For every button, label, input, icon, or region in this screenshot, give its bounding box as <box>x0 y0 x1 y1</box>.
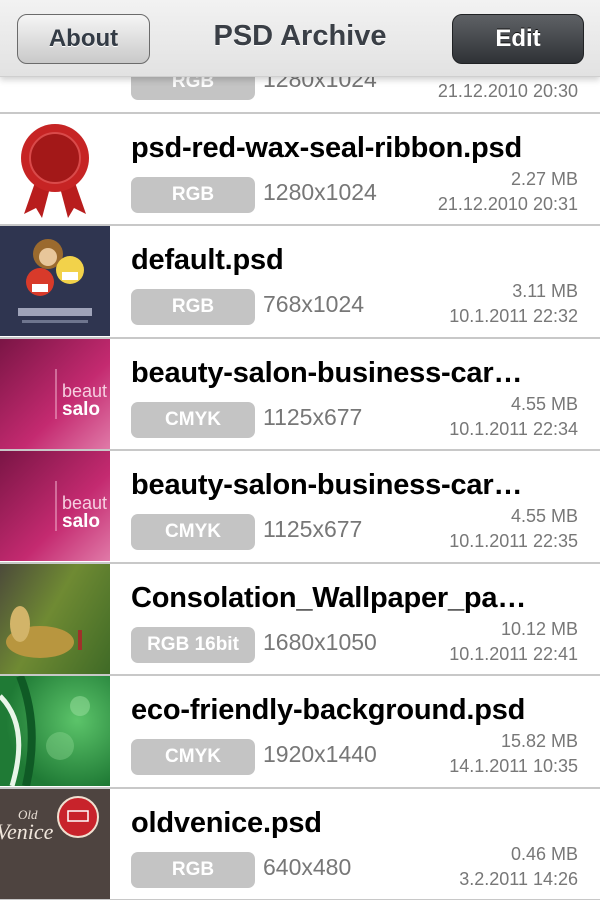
file-name: oldvenice.psd <box>131 806 322 839</box>
navigation-bar: About PSD Archive Edit <box>0 0 600 77</box>
svg-text:salo: salo <box>62 511 100 532</box>
svg-text:beaut: beaut <box>62 381 107 401</box>
file-date: 3.2.2011 14:26 <box>459 868 578 889</box>
emoji-keyboard-thumbnail <box>0 226 110 336</box>
green-background-thumbnail <box>0 676 110 786</box>
old-venice-thumbnail: Old Venice <box>0 788 110 899</box>
file-dimensions: 1920x1440 <box>263 741 377 767</box>
color-mode-badge: CMYK <box>131 514 255 550</box>
file-row[interactable]: beaut salo beauty-salon-business-car… CM… <box>0 451 600 564</box>
file-dimensions: 1280x1024 <box>263 178 377 205</box>
file-size: 3.11 MB <box>512 281 578 301</box>
color-mode-badge: RGB 16bit <box>131 626 255 663</box>
file-name: default.psd <box>131 244 284 276</box>
color-mode-badge: CMYK <box>131 739 255 775</box>
file-list: RGB 1280x1024 4.21 MB 21.12.2010 20:30 p… <box>0 1 600 900</box>
file-name: eco-friendly-background.psd <box>131 694 526 726</box>
bull-wallpaper-thumbnail <box>0 563 110 674</box>
file-size: 15.82 MB <box>500 731 578 751</box>
file-date: 10.1.2011 22:35 <box>449 531 578 551</box>
svg-text:beaut: beaut <box>62 493 107 513</box>
about-button[interactable]: About <box>17 14 150 64</box>
svg-text:Venice: Venice <box>0 819 54 844</box>
file-dimensions: 1125x677 <box>263 516 363 542</box>
file-name: beauty-salon-business-car… <box>131 469 523 501</box>
file-date: 10.1.2011 22:32 <box>449 306 578 326</box>
file-row[interactable]: default.psd RGB 768x1024 3.11 MB 10.1.20… <box>0 226 600 339</box>
beauty-salon-thumbnail: beaut salo <box>0 338 110 449</box>
file-date: 10.1.2011 22:41 <box>449 643 578 664</box>
file-date: 14.1.2011 10:35 <box>449 756 578 776</box>
beauty-salon-thumbnail: beaut salo <box>0 451 110 561</box>
file-name: Consolation_Wallpaper_pa… <box>131 581 527 614</box>
file-size: 10.12 MB <box>500 618 578 639</box>
file-dimensions: 1680x1050 <box>263 628 377 655</box>
file-dimensions: 768x1024 <box>263 291 365 317</box>
file-row[interactable]: psd-red-wax-seal-ribbon.psd RGB 1280x102… <box>0 113 600 226</box>
file-size: 4.55 MB <box>510 393 578 414</box>
file-date: 10.1.2011 22:34 <box>449 418 578 439</box>
file-row[interactable]: beaut salo beauty-salon-business-car… CM… <box>0 338 600 451</box>
file-dimensions: 640x480 <box>263 853 352 880</box>
file-row[interactable]: eco-friendly-background.psd CMYK 1920x14… <box>0 676 600 789</box>
file-size: 2.27 MB <box>510 168 578 189</box>
file-name: beauty-salon-business-car… <box>131 356 523 389</box>
svg-text:salo: salo <box>62 399 100 420</box>
file-size: 4.55 MB <box>510 506 578 526</box>
file-row[interactable]: Old Venice oldvenice.psd RGB 640x480 0.4… <box>0 788 600 900</box>
color-mode-badge: RGB <box>131 851 255 888</box>
file-date: 21.12.2010 20:30 <box>437 81 578 101</box>
file-row[interactable]: Consolation_Wallpaper_pa… RGB 16bit 1680… <box>0 563 600 676</box>
color-mode-badge: RGB <box>131 289 255 325</box>
wax-seal-thumbnail <box>0 114 110 224</box>
file-name: psd-red-wax-seal-ribbon.psd <box>131 131 522 164</box>
edit-button[interactable]: Edit <box>452 14 584 64</box>
color-mode-badge: CMYK <box>131 401 255 438</box>
color-mode-badge: RGB <box>131 176 255 213</box>
file-dimensions: 1125x677 <box>263 403 363 430</box>
file-size: 0.46 MB <box>510 843 578 864</box>
file-date: 21.12.2010 20:31 <box>437 193 578 214</box>
